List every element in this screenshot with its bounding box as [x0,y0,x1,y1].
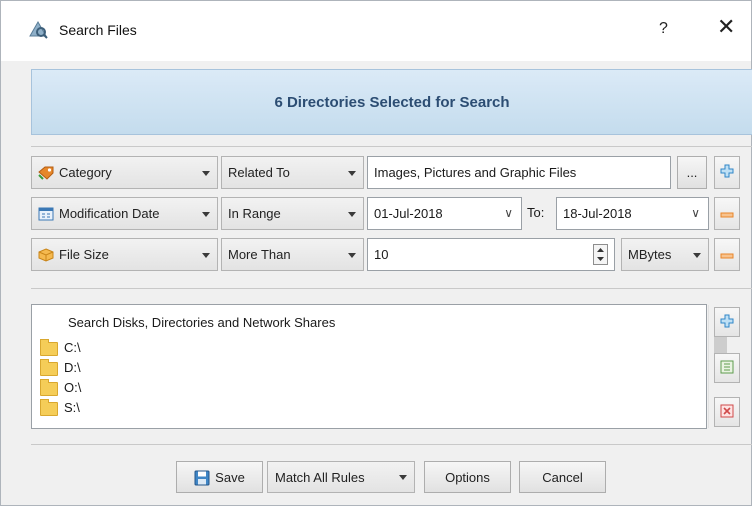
folder-icon [40,398,58,416]
chevron-down-icon: ∨ [504,206,513,220]
rule-field-category[interactable]: Category [31,156,218,189]
rule-operator-in-range[interactable]: In Range [221,197,364,230]
delete-icon [720,404,734,421]
date-to-picker[interactable]: 18-Jul-2018 ∨ [556,197,709,230]
rule-operator-label: More Than [228,247,291,262]
close-button[interactable]: ✕ [717,16,735,38]
divider [31,146,752,147]
edit-locations-button[interactable] [714,353,740,383]
match-rules-dropdown[interactable]: Match All Rules [267,461,415,493]
list-item[interactable]: O:\ [40,378,81,396]
list-item[interactable]: D:\ [40,358,81,376]
list-item[interactable]: S:\ [40,398,80,416]
rule-field-label: Modification Date [59,206,160,221]
rule-operator-more-than[interactable]: More Than [221,238,364,271]
directories-banner: 6 Directories Selected for Search [31,69,752,135]
chevron-down-icon [693,252,701,258]
locations-header: Search Disks, Directories and Network Sh… [68,315,336,330]
size-unit-dropdown[interactable]: MBytes [621,238,709,271]
folder-icon [40,338,58,356]
list-item[interactable]: C:\ [40,338,81,356]
title-bar: Search Files ? ✕ [1,1,751,61]
rule-field-label: Category [59,165,112,180]
chevron-down-icon [348,211,356,217]
date-from-picker[interactable]: 01-Jul-2018 ∨ [367,197,522,230]
help-button[interactable]: ? [659,20,668,38]
list-edit-icon [720,360,734,377]
rule-operator-related-to[interactable]: Related To [221,156,364,189]
date-to-label: To: [527,205,545,220]
chevron-down-icon [202,170,210,176]
calendar-icon [38,207,54,221]
options-button[interactable]: Options [424,461,511,493]
rule-operator-label: In Range [228,206,281,221]
folder-icon [40,378,58,396]
plus-icon [720,314,734,331]
app-icon [27,19,49,39]
rule-field-label: File Size [59,247,109,262]
category-value-field[interactable]: Images, Pictures and Graphic Files [367,156,671,189]
browse-categories-button[interactable]: ... [677,156,707,189]
folder-icon [40,358,58,376]
rule-field-file-size[interactable]: File Size [31,238,218,271]
chevron-down-icon [202,252,210,258]
floppy-disk-icon [194,470,210,486]
rule-field-modification-date[interactable]: Modification Date [31,197,218,230]
minus-icon [720,247,734,262]
chevron-down-icon: ∨ [691,206,700,220]
size-unit-label: MBytes [628,247,672,262]
category-icon [38,166,54,180]
chevron-down-icon [348,170,356,176]
chevron-down-icon [399,475,407,480]
remove-rule-button[interactable] [714,238,740,271]
size-spin-button[interactable] [593,244,608,265]
plus-icon [720,164,734,181]
divider [31,288,752,289]
file-size-input[interactable]: 10 [367,238,615,271]
remove-rule-button[interactable] [714,197,740,230]
remove-location-button[interactable] [714,397,740,427]
chevron-down-icon [202,211,210,217]
minus-icon [720,206,734,221]
add-location-button[interactable] [714,307,740,337]
rule-operator-label: Related To [228,165,290,180]
size-icon [38,247,54,262]
cancel-button[interactable]: Cancel [519,461,606,493]
divider [31,444,752,445]
window-title: Search Files [59,22,137,38]
save-button[interactable]: Save [176,461,263,493]
chevron-down-icon [348,252,356,258]
search-locations-list[interactable]: Search Disks, Directories and Network Sh… [31,304,732,429]
add-rule-button[interactable] [714,156,740,189]
search-files-dialog: Search Files ? ✕ 6 Directories Selected … [0,0,752,506]
spinner-arrows-icon [597,248,604,261]
